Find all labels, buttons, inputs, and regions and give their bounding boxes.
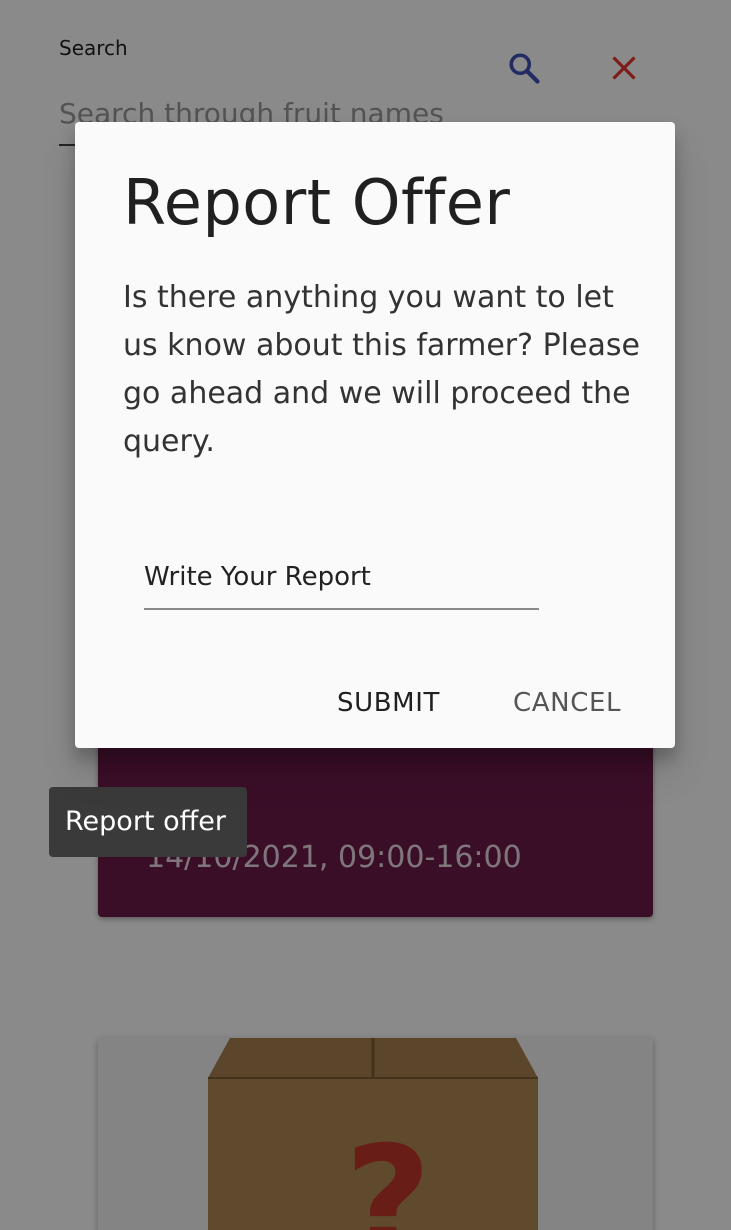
report-input[interactable] <box>144 540 539 610</box>
app-page: Search backa 14/10/2021, 09:00-16:00 ? R… <box>0 0 731 1230</box>
report-offer-dialog: Report Offer Is there anything you want … <box>75 122 675 748</box>
dialog-message: Is there anything you want to let us kno… <box>123 280 640 459</box>
submit-button[interactable]: SUBMIT <box>337 678 440 728</box>
cancel-button[interactable]: CANCEL <box>513 678 621 728</box>
report-offer-tooltip: Report offer <box>49 787 247 857</box>
dialog-title: Report Offer <box>123 166 511 239</box>
